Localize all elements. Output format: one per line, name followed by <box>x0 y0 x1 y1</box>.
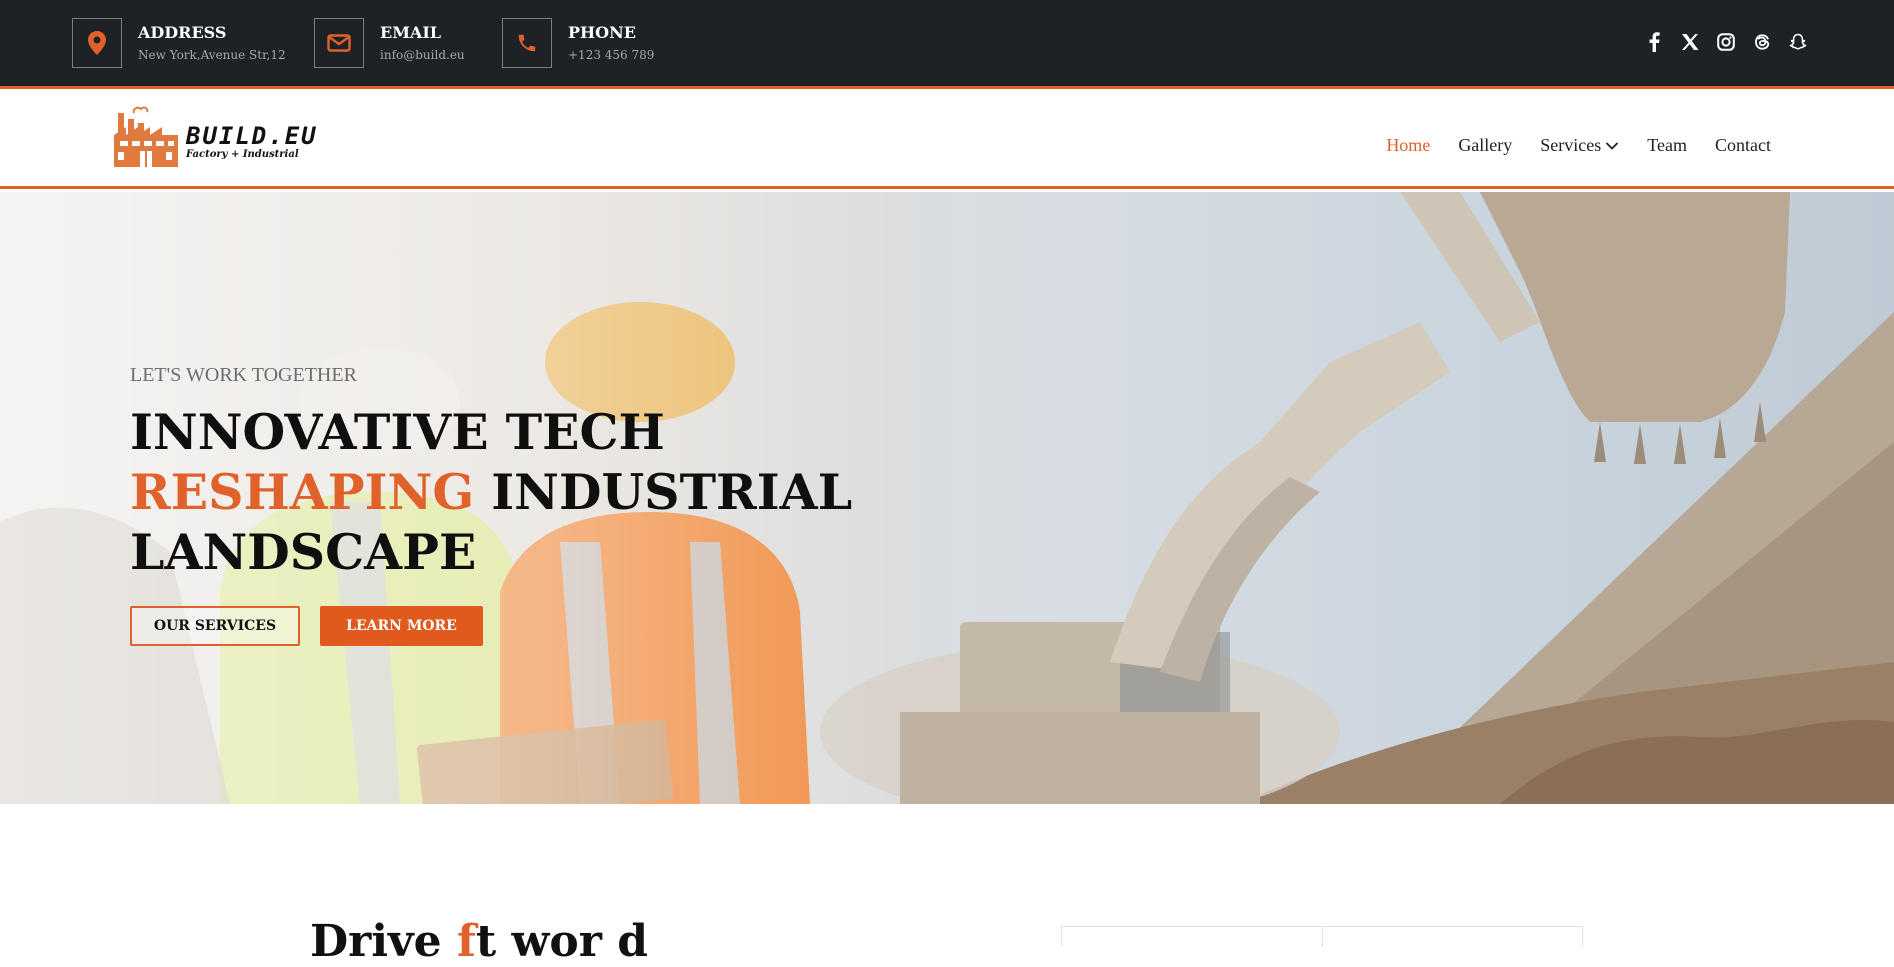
hero-heading: INNOVATIVE TECH RESHAPING INDUSTRIAL LAN… <box>130 402 852 582</box>
phone-block[interactable]: PHONE +123 456 789 <box>502 18 654 68</box>
email-value[interactable]: info@build.eu <box>380 46 465 64</box>
nav-contact[interactable]: Contact <box>1715 135 1771 156</box>
brand-tagline: Factory + Industrial <box>186 149 299 160</box>
phone-icon <box>502 18 552 68</box>
card-divider <box>1322 927 1323 947</box>
main-menu: Home Gallery Services Team Contact <box>1386 135 1771 156</box>
address-block: ADDRESS New York,Avenue Str,12 <box>72 18 286 68</box>
address-label: ADDRESS <box>138 23 227 42</box>
threads-icon[interactable] <box>1751 31 1773 53</box>
hero-line-2-accent: RESHAPING <box>130 463 475 521</box>
hero-line-2-rest: INDUSTRIAL <box>491 463 853 521</box>
section-title-end: t wor d <box>475 916 649 967</box>
snapchat-icon[interactable] <box>1787 31 1809 53</box>
instagram-icon[interactable] <box>1715 31 1737 53</box>
top-info-bar: ADDRESS New York,Avenue Str,12 EMAIL inf… <box>0 0 1894 89</box>
nav-services-label: Services <box>1540 135 1602 155</box>
address-value: New York,Avenue Str,12 <box>138 48 286 62</box>
feature-card-strip <box>1061 926 1583 947</box>
our-services-button[interactable]: OUR SERVICES <box>130 606 300 646</box>
nav-team[interactable]: Team <box>1647 135 1687 156</box>
hero-line-3: LANDSCAPE <box>130 523 477 581</box>
nav-home[interactable]: Home <box>1386 135 1430 156</box>
envelope-icon <box>314 18 364 68</box>
nav-services[interactable]: Services <box>1540 135 1619 156</box>
brand-name: BUILD.EU <box>186 122 318 150</box>
brand-logo[interactable]: BUILD.EU Factory + Industrial <box>114 105 318 167</box>
social-links <box>1643 31 1809 53</box>
nav-gallery[interactable]: Gallery <box>1458 135 1512 156</box>
section-title-start: Drive <box>310 916 442 967</box>
factory-icon <box>114 106 178 167</box>
learn-more-button[interactable]: LEARN MORE <box>320 606 483 646</box>
main-navbar: BUILD.EU Factory + Industrial Home Galle… <box>0 89 1894 189</box>
chevron-down-icon <box>1606 141 1619 150</box>
section-title: Drive ft wor d <box>310 920 648 964</box>
facebook-icon[interactable] <box>1643 31 1665 53</box>
email-label: EMAIL <box>380 23 442 42</box>
hero-kicker: LET'S WORK TOGETHER <box>130 364 357 386</box>
email-block[interactable]: EMAIL info@build.eu <box>314 18 465 68</box>
x-icon[interactable] <box>1679 31 1701 53</box>
phone-label: PHONE <box>568 23 636 42</box>
section-title-accent: f <box>456 916 476 967</box>
map-pin-icon <box>72 18 122 68</box>
hero-banner: LET'S WORK TOGETHER INNOVATIVE TECH RESH… <box>0 192 1894 804</box>
hero-line-1: INNOVATIVE TECH <box>130 403 665 461</box>
phone-value[interactable]: +123 456 789 <box>568 46 654 64</box>
